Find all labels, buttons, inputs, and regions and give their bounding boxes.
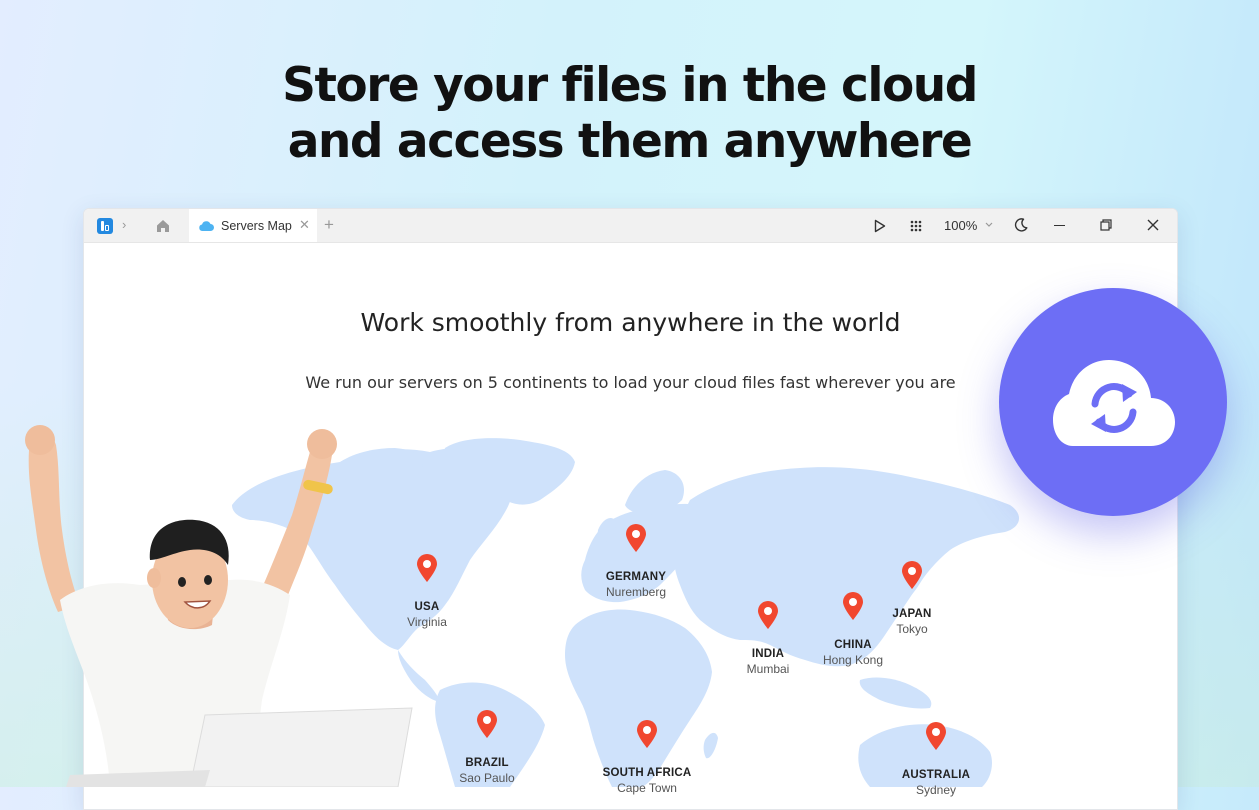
location-india[interactable]: INDIA Mumbai (747, 648, 790, 676)
location-country: JAPAN (892, 608, 932, 620)
tab-servers-map[interactable]: Servers Map ✕ (189, 209, 317, 242)
restore-icon[interactable] (1100, 219, 1112, 231)
map-pin-icon[interactable] (756, 600, 780, 630)
location-city: Cape Town (617, 781, 677, 795)
minimize-icon[interactable] (1054, 225, 1065, 227)
location-city: Tokyo (896, 622, 928, 636)
chevron-down-icon[interactable] (984, 219, 994, 229)
moon-icon[interactable] (1013, 217, 1029, 233)
zoom-level[interactable]: 100% (944, 218, 977, 233)
map-pin-icon[interactable] (624, 523, 648, 553)
location-australia[interactable]: AUSTRALIA Sydney (902, 769, 970, 797)
location-brazil[interactable]: BRAZIL Sao Paulo (459, 757, 514, 785)
cloud-sync-badge (999, 288, 1227, 516)
location-country: AUSTRALIA (901, 769, 971, 781)
location-country: BRAZIL (465, 757, 509, 769)
location-city: Mumbai (746, 662, 790, 676)
grid-icon[interactable] (910, 220, 922, 232)
page-headline: Store your files in the cloud and access… (0, 58, 1259, 170)
location-country: SOUTH AFRICA (602, 767, 692, 779)
tab-close-icon[interactable]: ✕ (299, 217, 310, 233)
location-city: Nuremberg (605, 585, 667, 599)
title-bar: › Servers Map ✕ + 100% (84, 209, 1177, 243)
location-city: Sao Paulo (459, 771, 515, 785)
tab-label: Servers Map (221, 219, 292, 233)
content-title: Work smoothly from anywhere in the world (360, 308, 901, 337)
map-pin-icon[interactable] (635, 719, 659, 749)
map-pin-icon[interactable] (900, 560, 924, 590)
location-country: CHINA (834, 639, 872, 651)
map-pin-icon[interactable] (924, 721, 948, 751)
headline-line-2: and access them anywhere (287, 114, 973, 169)
play-icon[interactable] (874, 219, 886, 233)
location-china[interactable]: CHINA Hong Kong (823, 639, 883, 667)
location-country: GERMANY (605, 571, 667, 583)
celebrating-person-illustration (25, 425, 413, 787)
location-city: Hong Kong (822, 653, 884, 667)
cloud-icon (199, 221, 214, 231)
plus-icon[interactable]: + (324, 215, 334, 235)
headline-line-1: Store your files in the cloud (282, 58, 978, 113)
chevron-right-icon: › (122, 217, 127, 232)
map-pin-icon[interactable] (841, 591, 865, 621)
location-japan[interactable]: JAPAN Tokyo (892, 608, 931, 636)
location-south-africa[interactable]: SOUTH AFRICA Cape Town (603, 767, 692, 795)
close-icon[interactable] (1146, 218, 1160, 232)
location-city: Sydney (915, 783, 957, 797)
app-logo-icon[interactable] (97, 218, 113, 234)
location-germany[interactable]: GERMANY Nuremberg (606, 571, 666, 599)
home-icon[interactable] (155, 218, 171, 234)
location-country: INDIA (751, 648, 785, 660)
map-pin-icon[interactable] (475, 709, 499, 739)
cloud-sync-icon (1053, 360, 1175, 446)
